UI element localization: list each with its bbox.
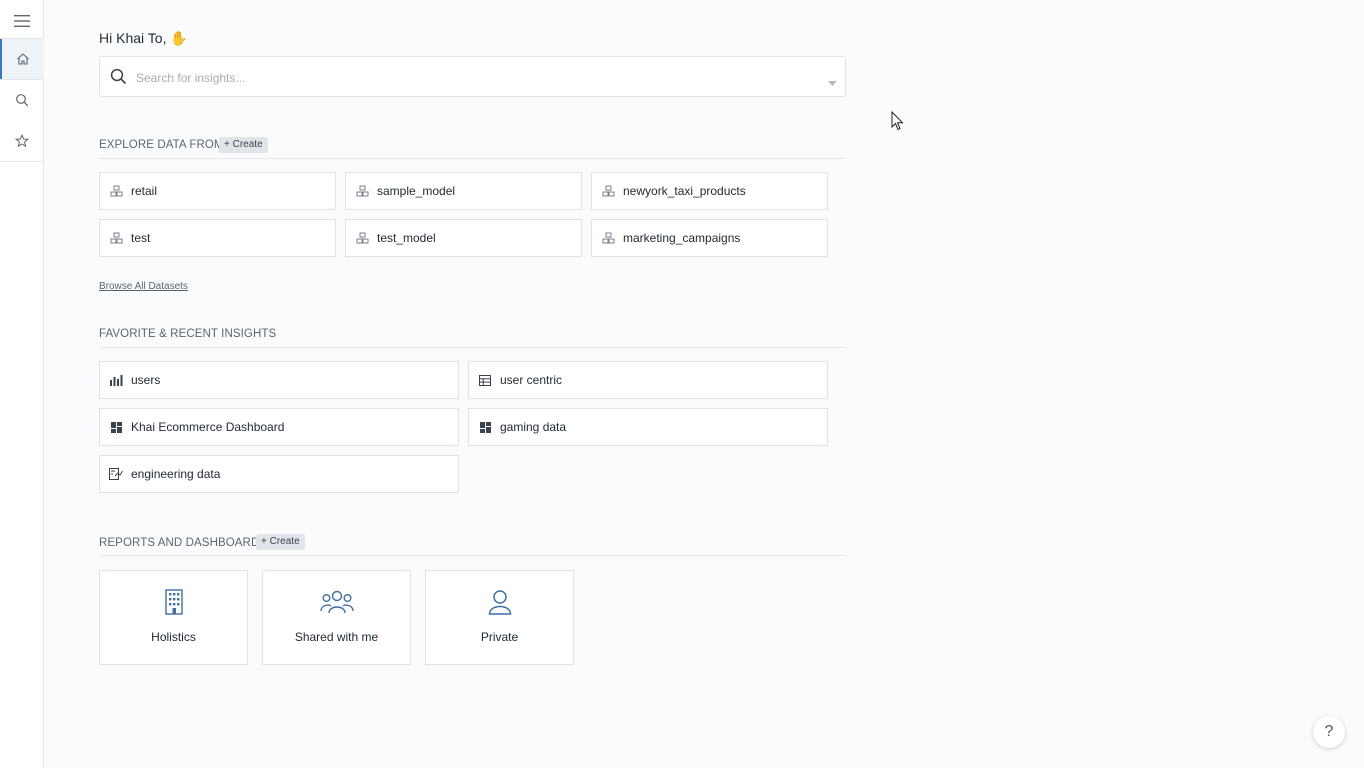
dataset-card-test[interactable]: test bbox=[99, 219, 336, 257]
insight-card-khai-ecommerce-dashboard[interactable]: Khai Ecommerce Dashboard bbox=[99, 408, 459, 446]
tile-shared-with-me[interactable]: Shared with me bbox=[262, 570, 411, 665]
tile-label: Shared with me bbox=[294, 630, 379, 644]
reports-title: REPORTS AND DASHBOARDS bbox=[99, 537, 268, 549]
building-icon bbox=[100, 589, 247, 615]
nav-search[interactable] bbox=[0, 80, 44, 120]
wave-emoji: ✋ bbox=[170, 30, 188, 46]
insight-label: Khai Ecommerce Dashboard bbox=[131, 420, 285, 434]
dataset-card-test-model[interactable]: test_model bbox=[345, 219, 582, 257]
dataset-card-newyork-taxi-products[interactable]: newyork_taxi_products bbox=[591, 172, 828, 210]
chevron-down-icon[interactable] bbox=[828, 74, 837, 92]
tile-private[interactable]: Private bbox=[425, 570, 574, 665]
dataset-icon bbox=[601, 184, 615, 198]
insight-card-gaming-data[interactable]: gaming data bbox=[468, 408, 828, 446]
insight-label: engineering data bbox=[131, 467, 221, 481]
create-dataset-button[interactable]: + Create bbox=[219, 137, 268, 153]
tile-holistics[interactable]: Holistics bbox=[99, 570, 248, 665]
insight-label: gaming data bbox=[500, 420, 567, 434]
dataset-card-marketing-campaigns[interactable]: marketing_campaigns bbox=[591, 219, 828, 257]
bar-chart-icon bbox=[109, 373, 123, 387]
dataset-icon bbox=[355, 184, 369, 198]
nav-home[interactable] bbox=[0, 39, 44, 79]
insight-label: users bbox=[131, 373, 161, 387]
create-report-button[interactable]: + Create bbox=[256, 534, 305, 550]
dataset-label: test bbox=[131, 231, 151, 245]
group-icon bbox=[263, 589, 410, 615]
dataset-label: sample_model bbox=[377, 184, 456, 198]
person-icon bbox=[426, 589, 573, 615]
dataset-label: retail bbox=[131, 184, 158, 198]
dataset-card-sample-model[interactable]: sample_model bbox=[345, 172, 582, 210]
greeting: Hi Khai To, ✋ bbox=[99, 30, 188, 47]
mouse-cursor-icon bbox=[891, 110, 904, 136]
sidebar bbox=[0, 0, 44, 768]
insight-search[interactable] bbox=[99, 56, 846, 97]
dataset-icon bbox=[109, 231, 123, 245]
home-icon bbox=[17, 53, 29, 65]
insight-label: user centric bbox=[500, 373, 563, 387]
hamburger-icon bbox=[14, 15, 30, 27]
nav-favorites[interactable] bbox=[0, 121, 44, 161]
table-icon bbox=[478, 373, 492, 387]
insights-title: FAVORITE & RECENT INSIGHTS bbox=[99, 328, 277, 340]
browse-all-datasets-link[interactable]: Browse All Datasets bbox=[99, 281, 188, 292]
tile-label: Holistics bbox=[151, 630, 196, 644]
search-input[interactable] bbox=[134, 65, 798, 91]
dataset-card-retail[interactable]: retail bbox=[99, 172, 336, 210]
explore-title: EXPLORE DATA FROM bbox=[99, 139, 224, 151]
search-icon bbox=[16, 94, 29, 107]
greeting-prefix: Hi bbox=[99, 30, 117, 46]
help-button[interactable]: ? bbox=[1313, 716, 1345, 748]
dataset-icon bbox=[109, 184, 123, 198]
report-icon bbox=[109, 467, 123, 481]
dashboard-icon bbox=[478, 420, 492, 434]
dataset-label: test_model bbox=[377, 231, 436, 245]
insight-card-engineering-data[interactable]: engineering data bbox=[99, 455, 459, 493]
star-icon bbox=[15, 134, 29, 148]
menu-button[interactable] bbox=[0, 1, 44, 41]
search-icon bbox=[110, 68, 127, 90]
dataset-label: newyork_taxi_products bbox=[623, 184, 746, 198]
insight-card-users[interactable]: users bbox=[99, 361, 459, 399]
dataset-label: marketing_campaigns bbox=[623, 231, 741, 245]
dashboard-icon bbox=[109, 420, 123, 434]
user-name: Khai To, bbox=[116, 30, 167, 46]
insight-card-user-centric[interactable]: user centric bbox=[468, 361, 828, 399]
tile-label: Private bbox=[480, 630, 519, 644]
dataset-icon bbox=[355, 231, 369, 245]
dataset-icon bbox=[601, 231, 615, 245]
